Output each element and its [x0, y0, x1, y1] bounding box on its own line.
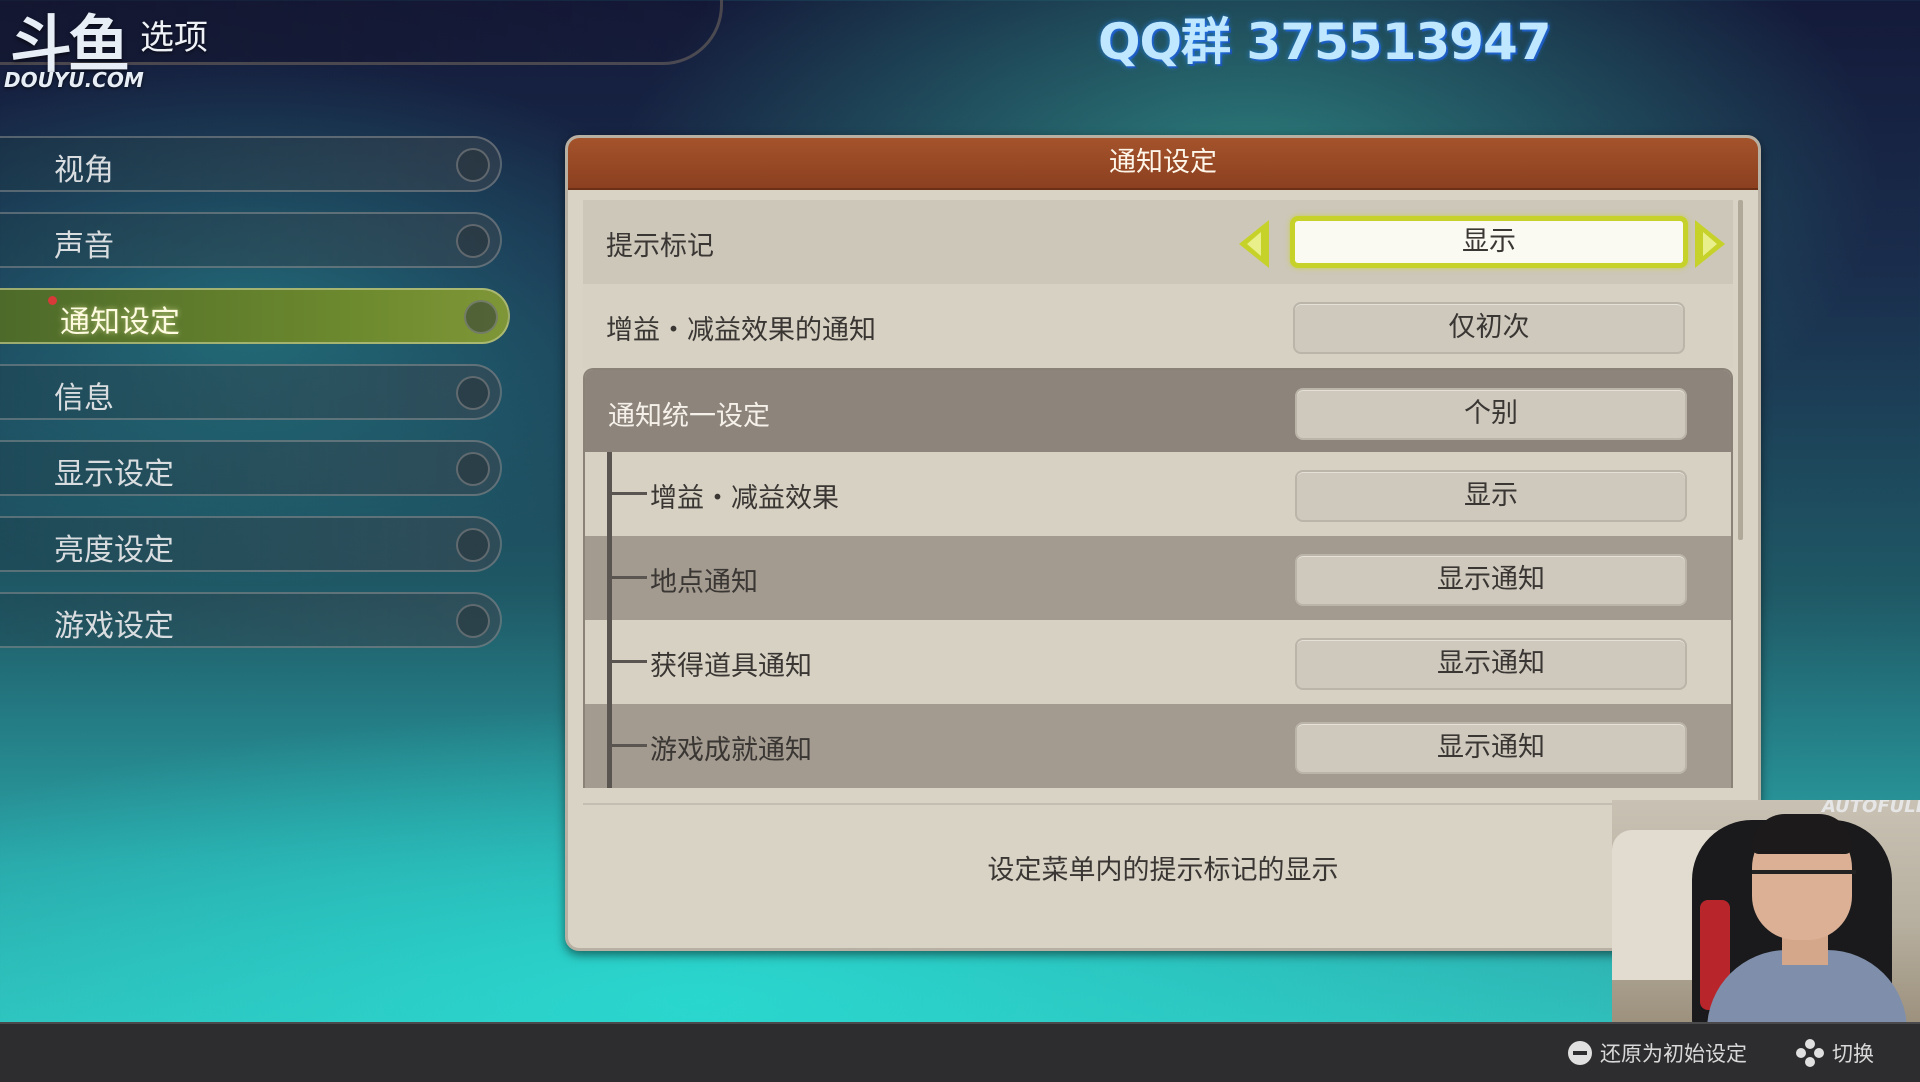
arrow-right-icon[interactable] [1695, 220, 1725, 268]
setting-label: 提示标记 [606, 231, 714, 262]
setting-row-buff-effect[interactable]: 增益・减益效果 显示 [585, 452, 1731, 536]
setting-label: 增益・减益效果 [650, 483, 839, 514]
switch-hint-label: 切换 [1832, 1042, 1874, 1066]
bottom-hint-bar: 还原为初始设定 切换 [0, 1022, 1920, 1082]
setting-label: 游戏成就通知 [650, 735, 812, 766]
sidebar-item-display[interactable]: 显示设定 [0, 440, 502, 496]
sidebar-item-sound[interactable]: 声音 [0, 212, 502, 268]
tree-branch [607, 660, 647, 663]
setting-row-buff-notification[interactable]: 增益・减益效果的通知 仅初次 [583, 284, 1733, 368]
sidebar-item-label: 显示设定 [54, 457, 174, 492]
circle-icon [456, 604, 490, 638]
divider [583, 803, 1733, 805]
setting-description: 设定菜单内的提示标记的显示 [987, 855, 1339, 886]
reset-hint[interactable]: 还原为初始设定 [1568, 1038, 1747, 1068]
setting-value[interactable]: 显示通知 [1295, 722, 1687, 774]
tree-branch [607, 744, 647, 747]
reset-hint-label: 还原为初始设定 [1600, 1042, 1747, 1066]
dpad-icon [1796, 1039, 1824, 1067]
circle-icon [456, 224, 490, 258]
webcam-overlay: AUTOFULL [1612, 800, 1920, 1030]
circle-icon [456, 528, 490, 562]
setting-value[interactable]: 仅初次 [1293, 302, 1685, 354]
notification-group: 通知统一设定 个别 增益・减益效果 显示 地点通知 显示通知 获得道具通知 显示… [583, 368, 1733, 788]
setting-row-location[interactable]: 地点通知 显示通知 [585, 536, 1731, 620]
tree-branch [607, 492, 647, 495]
setting-value[interactable]: 显示通知 [1295, 638, 1687, 690]
page-title: 选项 [140, 18, 208, 58]
sidebar-item-game[interactable]: 游戏设定 [0, 592, 502, 648]
scrollbar[interactable] [1738, 200, 1743, 540]
sidebar-item-label: 信息 [54, 381, 114, 416]
setting-value[interactable]: 个别 [1295, 388, 1687, 440]
circle-icon [464, 300, 498, 334]
sidebar-item-camera[interactable]: 视角 [0, 136, 502, 192]
sidebar-item-label: 声音 [54, 229, 114, 264]
new-badge-dot [48, 296, 57, 305]
sidebar-item-label: 视角 [54, 153, 114, 188]
switch-hint[interactable]: 切换 [1796, 1038, 1874, 1068]
sidebar-item-brightness[interactable]: 亮度设定 [0, 516, 502, 572]
minus-button-icon [1568, 1041, 1592, 1065]
webcam-person-hair [1752, 814, 1852, 854]
sidebar-item-label: 游戏设定 [54, 609, 174, 644]
setting-label: 通知统一设定 [608, 401, 770, 432]
circle-icon [456, 148, 490, 182]
setting-label: 增益・减益效果的通知 [606, 315, 876, 346]
settings-list: 提示标记 显示 增益・减益效果的通知 仅初次 通知统一设定 个别 增益・减益效果… [583, 200, 1733, 788]
panel-title: 通知设定 [568, 138, 1758, 190]
setting-value[interactable]: 显示 [1295, 470, 1687, 522]
setting-value-selector[interactable]: 显示 [1290, 216, 1688, 268]
watermark-url: DOUYU.COM [4, 68, 144, 92]
setting-label: 地点通知 [650, 567, 758, 598]
setting-row-achievement[interactable]: 游戏成就通知 显示通知 [585, 704, 1731, 788]
sidebar-item-info[interactable]: 信息 [0, 364, 502, 420]
arrow-left-icon[interactable] [1239, 220, 1269, 268]
circle-icon [456, 452, 490, 486]
tree-line [607, 452, 612, 788]
setting-value[interactable]: 显示通知 [1295, 554, 1687, 606]
setting-row-unified[interactable]: 通知统一设定 个别 [585, 370, 1731, 452]
chair-brand-text: AUTOFULL [1822, 800, 1920, 817]
sidebar-item-label: 亮度设定 [54, 533, 174, 568]
sidebar-item-label: 通知设定 [60, 305, 180, 340]
setting-row-item-get[interactable]: 获得道具通知 显示通知 [585, 620, 1731, 704]
sidebar-menu: 视角 声音 通知设定 信息 显示设定 亮度设定 游戏设定 [0, 136, 510, 668]
setting-label: 获得道具通知 [650, 651, 812, 682]
setting-row-hint-marker[interactable]: 提示标记 显示 [583, 200, 1733, 284]
sidebar-item-notification[interactable]: 通知设定 [0, 288, 510, 344]
webcam-person-glasses [1752, 870, 1856, 892]
settings-panel: 通知设定 提示标记 显示 增益・减益效果的通知 仅初次 通知统一设定 个别 增益… [565, 135, 1761, 951]
circle-icon [456, 376, 490, 410]
tree-branch [607, 576, 647, 579]
qq-group-overlay: QQ群 375513947 [1098, 13, 1552, 71]
